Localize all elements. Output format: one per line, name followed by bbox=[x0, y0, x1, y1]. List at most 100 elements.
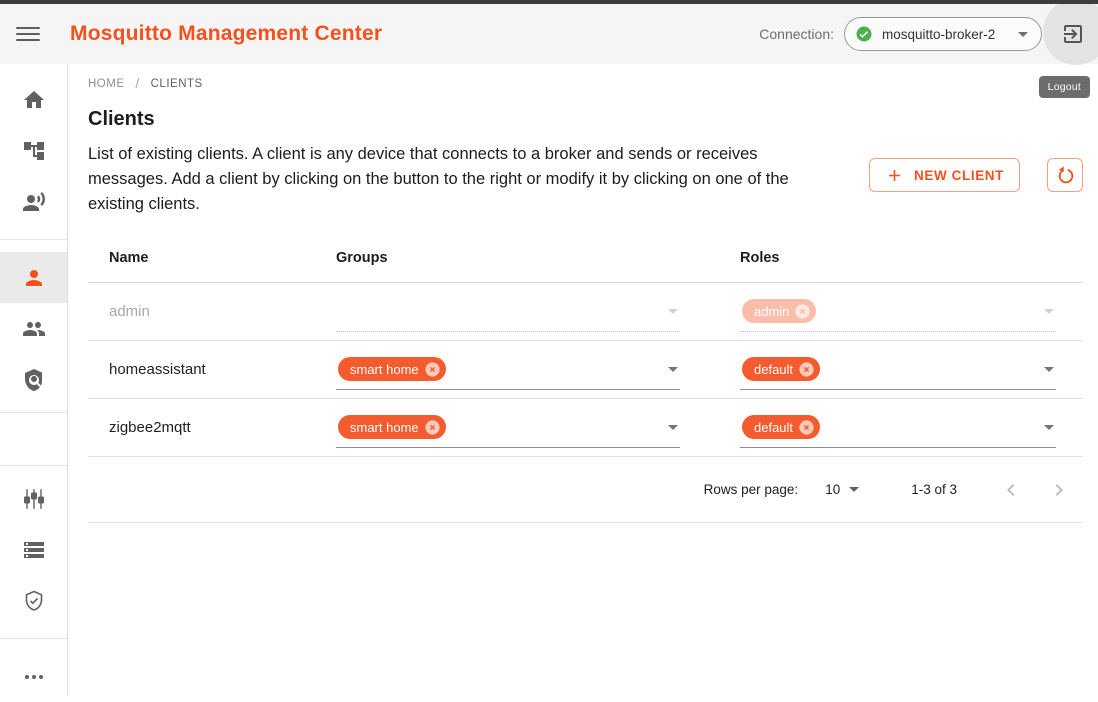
sidebar-spacer bbox=[0, 420, 67, 458]
connection-select[interactable]: mosquitto-broker-2 bbox=[844, 17, 1042, 51]
sidebar-item-settings[interactable] bbox=[0, 473, 67, 524]
roles-cell: default bbox=[724, 408, 1083, 448]
table-row[interactable]: zigbee2mqtt smart home default bbox=[88, 399, 1083, 457]
table-pagination: Rows per page: 10 1-3 of 3 bbox=[88, 457, 1083, 523]
client-name: homeassistant bbox=[88, 361, 320, 378]
storage-icon bbox=[22, 538, 46, 562]
check-circle-icon bbox=[855, 25, 873, 43]
connection-label: Connection: bbox=[759, 26, 834, 42]
sidebar-divider bbox=[0, 239, 67, 240]
chip-delete-icon[interactable] bbox=[424, 419, 441, 436]
clients-table: Name Groups Roles admin admin homeassistan… bbox=[88, 250, 1083, 523]
sidebar-item-groups[interactable] bbox=[0, 303, 67, 354]
logout-tooltip: Logout bbox=[1039, 76, 1090, 98]
menu-icon[interactable] bbox=[16, 22, 40, 46]
breadcrumb-separator: / bbox=[136, 76, 140, 91]
more-horiz-icon bbox=[22, 665, 46, 689]
topic-tree-icon bbox=[22, 139, 46, 163]
roles-select[interactable]: admin bbox=[740, 292, 1056, 332]
page-description: List of existing clients. A client is an… bbox=[88, 142, 838, 217]
chip-label: default bbox=[754, 362, 793, 377]
table-body: admin admin homeassistant smart home default… bbox=[88, 283, 1083, 457]
sidebar-divider bbox=[0, 638, 67, 639]
group-icon bbox=[22, 317, 46, 341]
sidebar-item-clients[interactable] bbox=[0, 252, 67, 303]
groups-select[interactable] bbox=[336, 292, 680, 332]
sidebar-item-security[interactable] bbox=[0, 575, 67, 626]
rows-per-page-label: Rows per page: bbox=[704, 482, 799, 497]
chevron-down-icon bbox=[668, 367, 678, 372]
app-bar-right: Connection: mosquitto-broker-2 bbox=[759, 17, 1042, 51]
roles-cell: default bbox=[724, 350, 1083, 390]
chip: admin bbox=[742, 299, 816, 323]
sidebar-item-home[interactable] bbox=[0, 74, 67, 125]
previous-page-button[interactable] bbox=[987, 466, 1035, 514]
chip: smart home bbox=[338, 357, 446, 381]
breadcrumb-home[interactable]: HOME bbox=[88, 78, 125, 90]
column-header-groups: Groups bbox=[320, 250, 724, 266]
app-bar: Mosquitto Management Center Connection: … bbox=[0, 0, 1098, 64]
sidebar bbox=[0, 64, 68, 696]
record-voice-over-icon bbox=[22, 190, 46, 214]
sidebar-item-roles[interactable] bbox=[0, 354, 67, 405]
verified-shield-icon bbox=[22, 589, 46, 613]
chevron-down-icon bbox=[668, 309, 678, 314]
pagination-range: 1-3 of 3 bbox=[911, 482, 957, 497]
connection-value: mosquitto-broker-2 bbox=[882, 27, 995, 42]
groups-select[interactable]: smart home bbox=[336, 408, 680, 448]
main-content: HOME / CLIENTS Clients List of existing … bbox=[69, 64, 1098, 696]
new-client-label: NEW CLIENT bbox=[914, 168, 1004, 183]
chip-delete-icon[interactable] bbox=[794, 303, 811, 320]
chevron-down-icon bbox=[1044, 425, 1054, 430]
chip-delete-icon[interactable] bbox=[798, 361, 815, 378]
chip: default bbox=[742, 357, 820, 381]
refresh-button[interactable] bbox=[1047, 158, 1083, 192]
sidebar-item-more[interactable] bbox=[0, 651, 67, 702]
roles-select[interactable]: default bbox=[740, 408, 1056, 448]
page-actions: NEW CLIENT bbox=[869, 142, 1083, 217]
breadcrumb: HOME / CLIENTS bbox=[88, 76, 1083, 91]
home-icon bbox=[22, 88, 46, 112]
rows-per-page-caret-icon[interactable] bbox=[849, 487, 859, 492]
sidebar-item-streams[interactable] bbox=[0, 524, 67, 575]
next-page-button[interactable] bbox=[1035, 466, 1083, 514]
column-header-name: Name bbox=[88, 250, 320, 266]
groups-cell: smart home bbox=[320, 408, 724, 448]
rows-per-page-value[interactable]: 10 bbox=[825, 482, 840, 497]
plus-icon bbox=[885, 166, 904, 185]
sidebar-item-connections[interactable] bbox=[0, 176, 67, 227]
page-title: Clients bbox=[88, 108, 1083, 131]
chip: smart home bbox=[338, 415, 446, 439]
new-client-button[interactable]: NEW CLIENT bbox=[869, 158, 1020, 192]
chevron-down-icon bbox=[1044, 309, 1054, 314]
groups-cell: smart home bbox=[320, 350, 724, 390]
sidebar-divider bbox=[0, 465, 67, 466]
chip-label: default bbox=[754, 420, 793, 435]
chevron-left-icon bbox=[999, 478, 1023, 502]
column-header-roles: Roles bbox=[724, 250, 1083, 266]
chip-delete-icon[interactable] bbox=[424, 361, 441, 378]
chevron-down-icon bbox=[1018, 32, 1028, 37]
sidebar-item-topic-tree[interactable] bbox=[0, 125, 67, 176]
app-title: Mosquitto Management Center bbox=[70, 22, 382, 46]
settings-sliders-icon bbox=[22, 487, 46, 511]
chip-delete-icon[interactable] bbox=[798, 419, 815, 436]
client-name: admin bbox=[88, 303, 320, 320]
sidebar-divider bbox=[0, 412, 67, 413]
logout-icon bbox=[1061, 22, 1085, 46]
table-row[interactable]: homeassistant smart home default bbox=[88, 341, 1083, 399]
roles-select[interactable]: default bbox=[740, 350, 1056, 390]
groups-select[interactable]: smart home bbox=[336, 350, 680, 390]
chip-label: admin bbox=[754, 304, 789, 319]
chip-label: smart home bbox=[350, 420, 419, 435]
chip-label: smart home bbox=[350, 362, 419, 377]
table-header: Name Groups Roles bbox=[88, 250, 1083, 283]
chevron-right-icon bbox=[1047, 478, 1071, 502]
window-top-edge bbox=[0, 0, 1098, 4]
person-icon bbox=[22, 266, 46, 290]
table-row[interactable]: admin admin bbox=[88, 283, 1083, 341]
client-name: zigbee2mqtt bbox=[88, 419, 320, 436]
logout-button[interactable] bbox=[1043, 0, 1098, 65]
breadcrumb-current: CLIENTS bbox=[151, 78, 203, 90]
roles-cell: admin bbox=[724, 292, 1083, 332]
